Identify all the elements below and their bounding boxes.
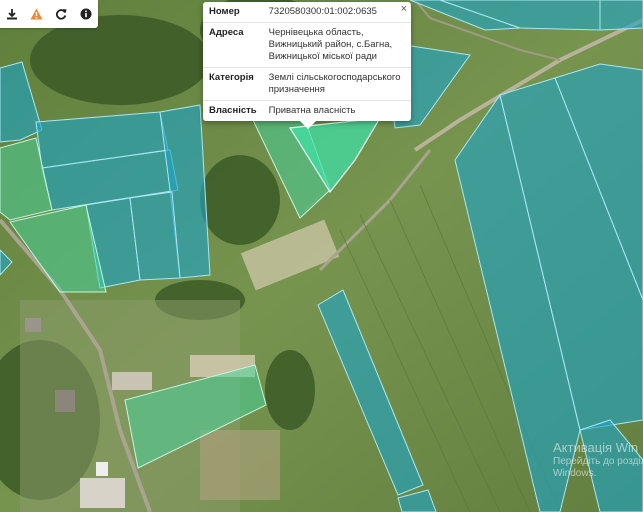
- map-toolbar: [0, 0, 98, 28]
- download-button[interactable]: [3, 5, 21, 23]
- parcel-info-table: Номер 7320580300:01:002:0635 Адреса Черн…: [203, 2, 411, 121]
- refresh-button[interactable]: [52, 5, 70, 23]
- info-key: Адреса: [203, 22, 263, 68]
- refresh-icon: [56, 9, 67, 20]
- info-row-number: Номер 7320580300:01:002:0635: [203, 2, 411, 23]
- parcel-blue[interactable]: [599, 0, 643, 31]
- download-icon: [7, 9, 18, 20]
- parcel-info-popup: × Номер 7320580300:01:002:0635 Адреса Че…: [203, 2, 411, 129]
- info-button[interactable]: [77, 5, 95, 23]
- watermark-title: Активація Win: [553, 440, 639, 455]
- info-key: Категорія: [203, 67, 263, 101]
- info-key: Номер: [209, 6, 240, 17]
- info-row-address: Адреса Чернівецька область, Вижницький р…: [203, 22, 411, 68]
- info-value: Приватна власність: [262, 100, 411, 121]
- info-value: Чернівецька область, Вижницький район, с…: [262, 22, 411, 68]
- watermark-line2: Windows.: [553, 468, 597, 479]
- popup-tip: [300, 121, 316, 129]
- warning-icon: [30, 8, 43, 20]
- watermark-line1: Перейдіть до розділ: [553, 456, 643, 467]
- info-row-category: Категорія Землі сільськогосподарського п…: [203, 67, 411, 101]
- info-key: Власність: [203, 100, 263, 121]
- popup-close-button[interactable]: ×: [401, 3, 407, 15]
- info-row-ownership: Власність Приватна власність: [203, 100, 411, 121]
- info-icon: [80, 8, 92, 20]
- info-value: Землі сільськогосподарського призначення: [262, 67, 411, 101]
- info-value: 7320580300:01:002:0635: [268, 6, 377, 17]
- warning-button[interactable]: [28, 5, 46, 23]
- windows-activation-watermark: Активація Win Перейдіть до розділ Window…: [553, 440, 643, 480]
